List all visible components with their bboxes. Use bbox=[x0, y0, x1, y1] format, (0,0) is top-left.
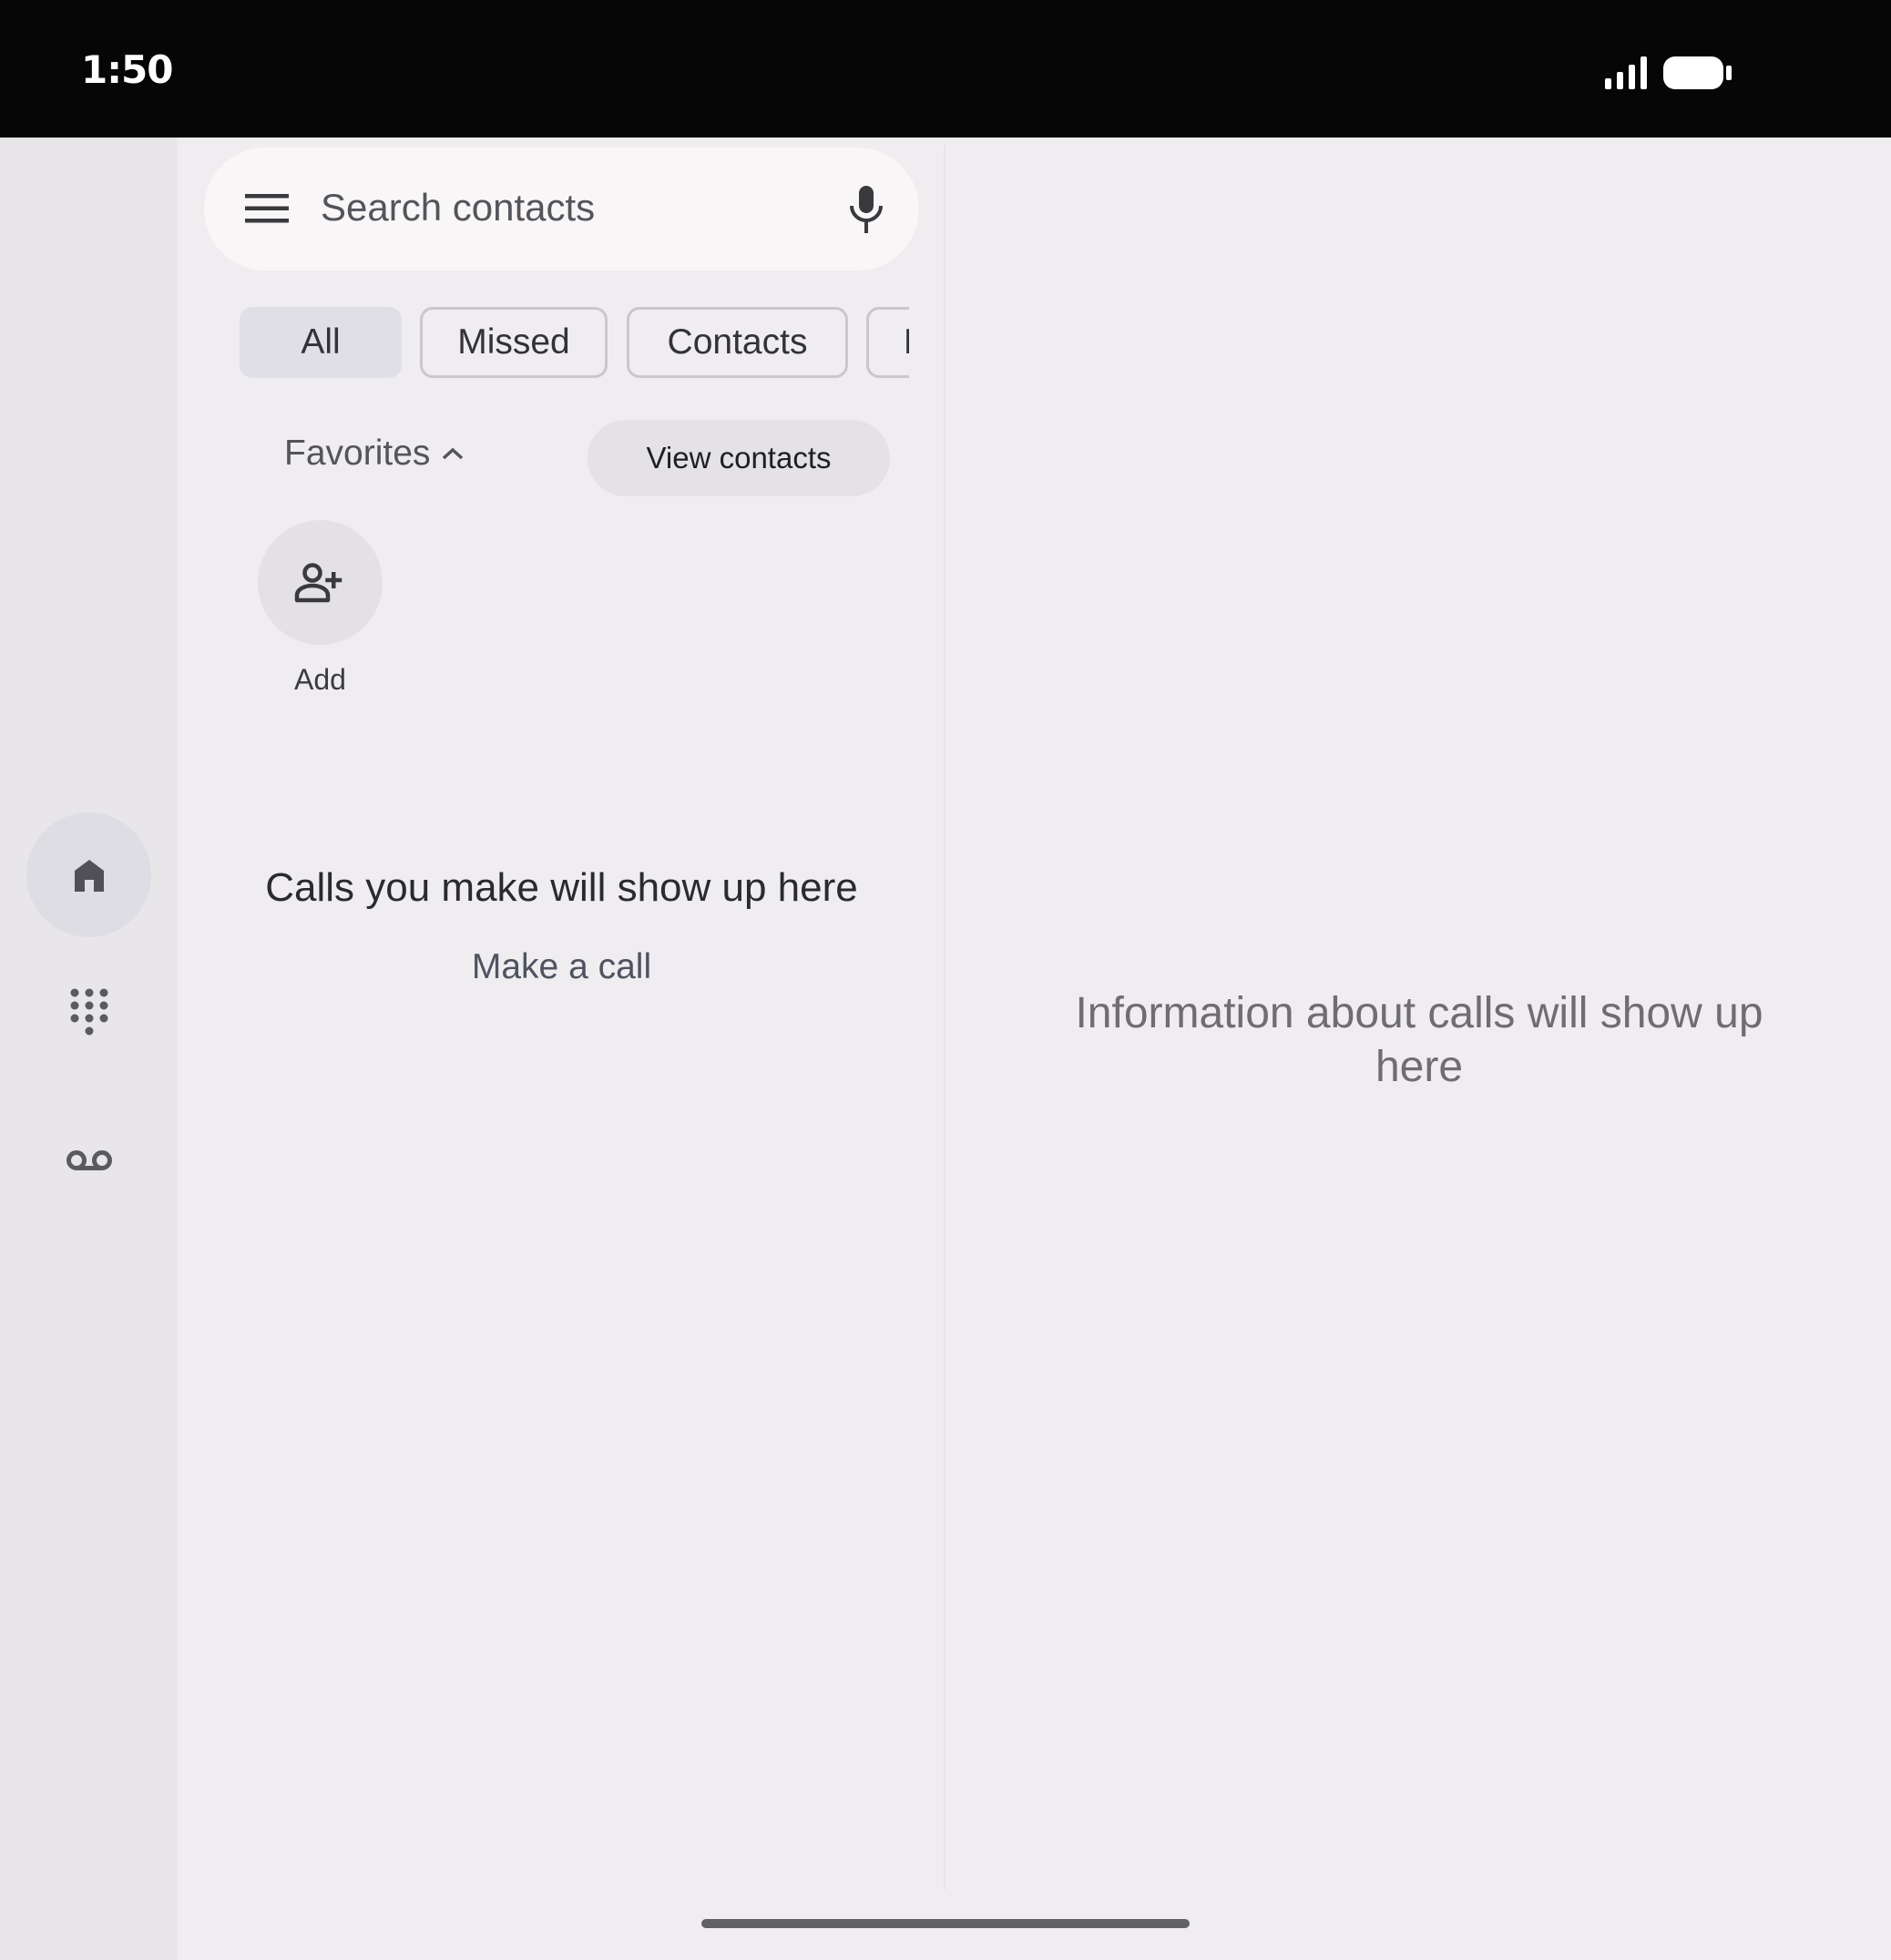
make-a-call-button[interactable]: Make a call bbox=[423, 947, 700, 987]
search-bar[interactable]: Search contacts bbox=[204, 148, 919, 271]
home-icon bbox=[74, 859, 104, 892]
home-indicator[interactable] bbox=[701, 1919, 1190, 1928]
view-contacts-button[interactable]: View contacts bbox=[588, 420, 890, 496]
signal-icon bbox=[1605, 56, 1647, 89]
status-time: 1:50 bbox=[81, 47, 173, 92]
battery-icon bbox=[1663, 56, 1732, 89]
chip-contacts[interactable]: Contacts bbox=[627, 307, 848, 378]
add-person-icon bbox=[294, 562, 342, 602]
favorites-title: Favorites bbox=[284, 434, 431, 473]
dialpad-icon bbox=[70, 988, 107, 1035]
recents-empty-message: Calls you make will show up here bbox=[265, 865, 858, 910]
chevron-up-icon bbox=[443, 447, 464, 460]
nav-item-voicemail[interactable] bbox=[26, 1097, 151, 1222]
filter-chips: All Missed Contacts Non-spam bbox=[240, 307, 909, 378]
recents-pane bbox=[178, 138, 944, 1960]
add-favorite-label: Add bbox=[294, 663, 346, 696]
chip-all[interactable]: All bbox=[240, 307, 402, 378]
nav-item-keypad[interactable] bbox=[26, 952, 151, 1077]
menu-icon[interactable] bbox=[245, 190, 289, 227]
details-empty-message: Information about calls will show up her… bbox=[1075, 989, 1763, 1091]
navigation-rail bbox=[0, 138, 178, 1960]
search-input[interactable]: Search contacts bbox=[321, 186, 595, 230]
add-favorite-button[interactable] bbox=[258, 520, 383, 645]
status-bar: 1:50 bbox=[0, 0, 1891, 138]
chip-non-spam[interactable]: Non-spam bbox=[866, 307, 909, 378]
chip-missed[interactable]: Missed bbox=[420, 307, 608, 378]
voicemail-icon bbox=[66, 1149, 112, 1170]
nav-item-home[interactable] bbox=[26, 812, 151, 937]
favorites-toggle[interactable]: Favorites bbox=[284, 434, 465, 474]
microphone-icon[interactable] bbox=[848, 184, 884, 235]
